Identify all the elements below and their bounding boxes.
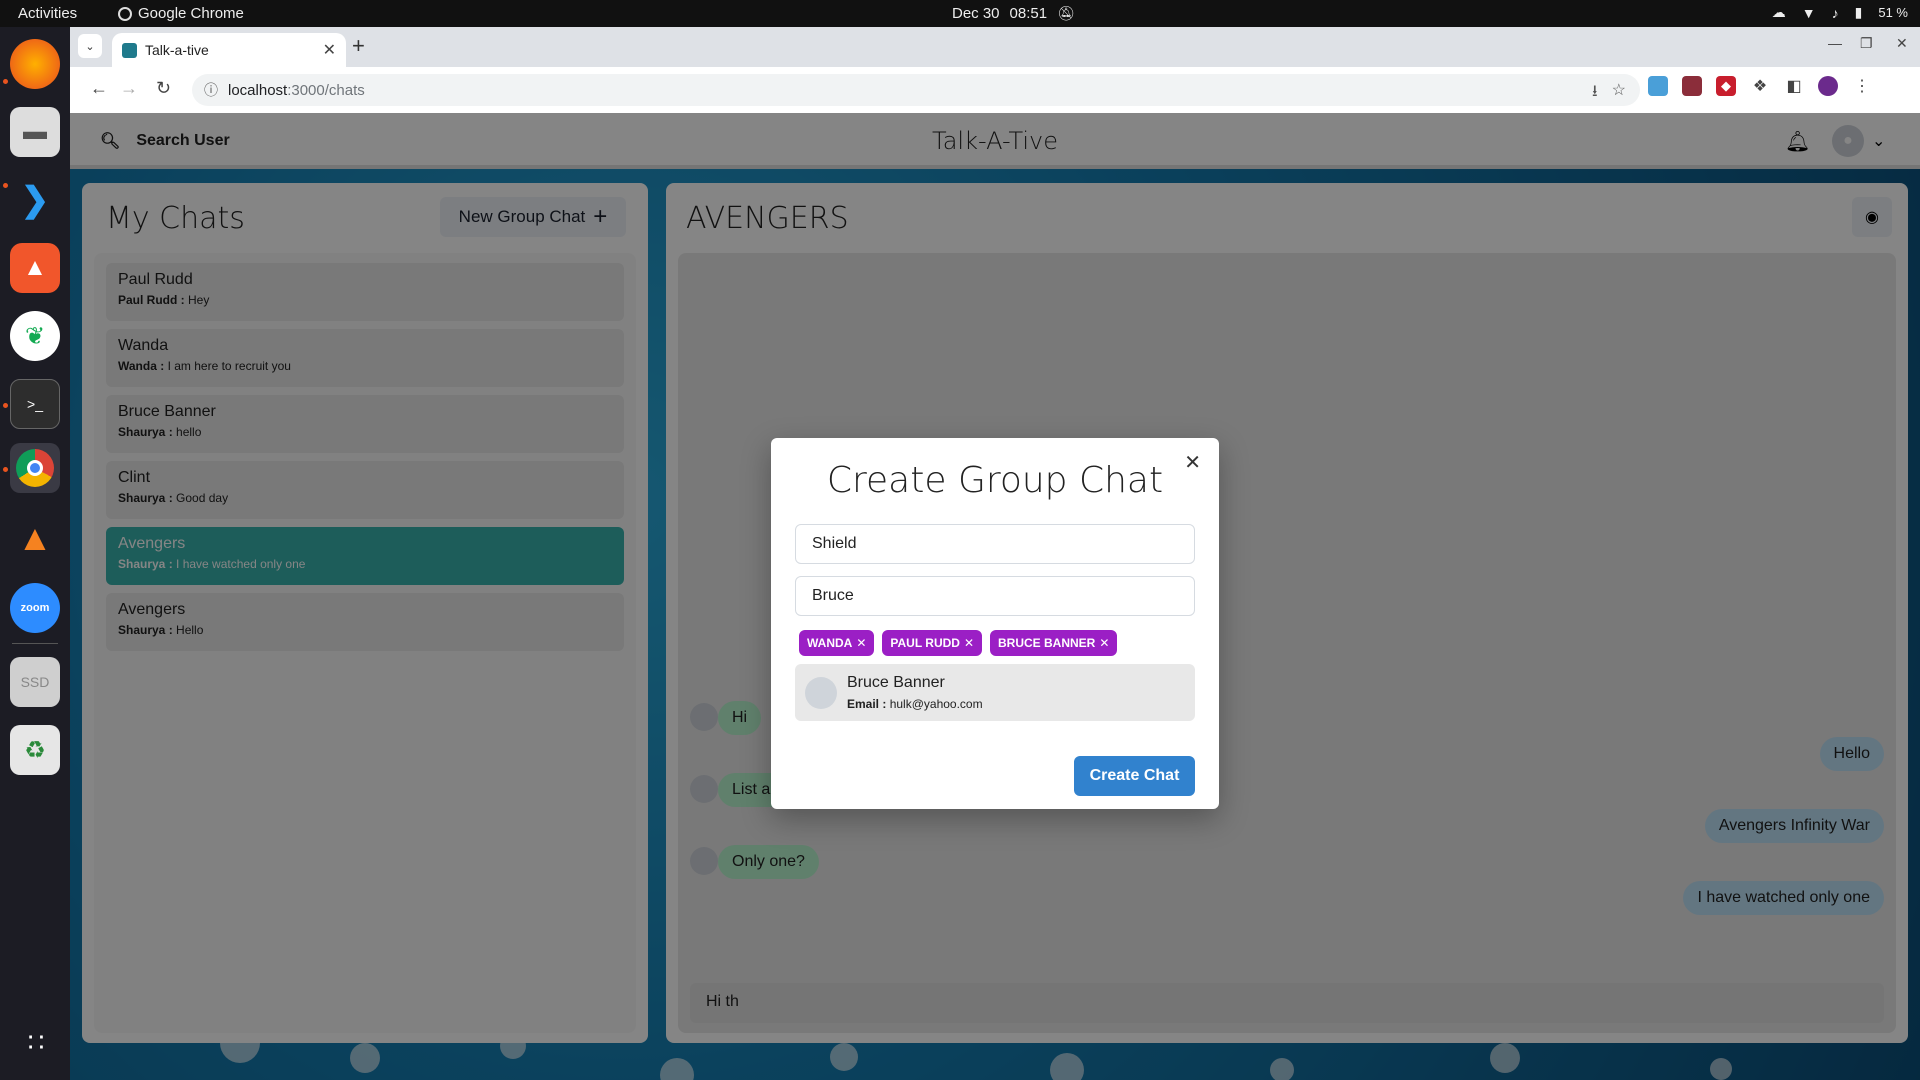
new-tab-button[interactable]: +: [352, 33, 365, 59]
bookmark-star-icon[interactable]: ☆: [1612, 80, 1626, 107]
create-group-chat-modal: Create Group Chat ✕ Shield Bruce WANDA ✕…: [771, 438, 1219, 809]
browser-window: ⌄ Talk-a-tive ✕ + — ❐ ✕ ← → ↻ ⓘ localhos…: [70, 27, 1920, 1080]
dock: ▬ ❯ ▲ ❦ >_ ▲ zoom SSD ♻ ∷: [0, 27, 70, 1080]
result-user-email: hulk@yahoo.com: [889, 697, 983, 711]
tab-search-button[interactable]: ⌄: [78, 34, 102, 58]
user-badge-label: WANDA: [807, 636, 853, 650]
files-icon[interactable]: ▬: [10, 107, 60, 157]
vscode-icon[interactable]: ❯: [10, 175, 60, 225]
favicon-icon: [122, 42, 137, 58]
system-tray[interactable]: ☁ ▼ ♪ ▮ 51 %: [1772, 4, 1908, 21]
install-app-icon[interactable]: ⭳: [1592, 80, 1598, 107]
volume-icon: ♪: [1831, 4, 1839, 21]
terminal-icon[interactable]: >_: [10, 379, 60, 429]
modal-close-icon[interactable]: ✕: [1184, 450, 1201, 475]
reload-icon[interactable]: ↻: [156, 78, 171, 99]
profile-icon[interactable]: [1818, 76, 1838, 96]
remove-user-icon[interactable]: ✕: [1099, 636, 1109, 650]
notifications-muted-icon: 🔕︎: [1057, 5, 1075, 21]
chrome-dock-icon[interactable]: [10, 443, 60, 493]
ublock-icon[interactable]: ◆: [1716, 76, 1736, 96]
running-indicator: [3, 403, 8, 408]
user-badge[interactable]: WANDA ✕: [799, 630, 875, 656]
remove-user-icon[interactable]: ✕: [856, 636, 866, 650]
remove-user-icon[interactable]: ✕: [964, 636, 974, 650]
clock[interactable]: Dec 30 08:51 🔕︎: [952, 5, 1075, 22]
extension-one-icon[interactable]: [1648, 76, 1668, 96]
running-indicator: [3, 79, 8, 84]
side-panel-icon[interactable]: ◧: [1784, 76, 1804, 96]
site-info-icon[interactable]: ⓘ: [204, 80, 218, 100]
user-badge[interactable]: BRUCE BANNER ✕: [990, 630, 1118, 656]
running-indicator: [3, 467, 8, 472]
battery-icon: ▮: [1854, 4, 1863, 20]
forward-icon[interactable]: →: [120, 78, 138, 99]
back-icon[interactable]: ←: [90, 78, 108, 99]
chat-name-input[interactable]: Shield: [795, 524, 1195, 564]
address-bar[interactable]: ⓘ localhost:3000/chats ⭳ ☆: [192, 74, 1640, 106]
result-user-email-row: Email : hulk@yahoo.com: [847, 697, 983, 711]
user-badge[interactable]: PAUL RUDD ✕: [882, 630, 983, 656]
activities-button[interactable]: Activities: [18, 5, 77, 22]
zoom-icon[interactable]: zoom: [10, 583, 60, 633]
maximize-icon[interactable]: ❐: [1860, 35, 1873, 52]
trash-icon[interactable]: ♻: [10, 725, 60, 775]
tab-strip: ⌄ Talk-a-tive ✕ + — ❐ ✕: [70, 27, 1920, 67]
chrome-icon: [118, 6, 132, 21]
user-badge-label: BRUCE BANNER: [998, 636, 1096, 650]
firefox-icon[interactable]: [10, 39, 60, 89]
user-search-result[interactable]: Bruce Banner Email : hulk@yahoo.com: [795, 664, 1195, 721]
wifi-icon: ▼: [1801, 4, 1816, 21]
create-chat-button[interactable]: Create Chat: [1074, 756, 1195, 796]
brave-icon[interactable]: ▲: [10, 243, 60, 293]
active-app-label: Google Chrome: [138, 5, 244, 22]
mongodb-compass-icon[interactable]: ❦: [10, 311, 60, 361]
window-close-icon[interactable]: ✕: [1896, 35, 1908, 52]
selected-users: WANDA ✕ PAUL RUDD ✕ BRUCE BANNER ✕: [799, 630, 1118, 656]
user-badge-label: PAUL RUDD: [890, 636, 960, 650]
clock-date: Dec 30: [952, 5, 1000, 22]
battery-level: 51 %: [1878, 5, 1908, 20]
vlc-icon[interactable]: ▲: [10, 513, 60, 563]
show-apps-icon[interactable]: ∷: [10, 1017, 60, 1067]
result-user-name: Bruce Banner: [847, 674, 945, 691]
url-path: :3000/chats: [287, 81, 365, 99]
tab-close-icon[interactable]: ✕: [323, 40, 336, 60]
add-users-input[interactable]: Bruce: [795, 576, 1195, 616]
modal-title: Create Group Chat: [826, 460, 1164, 501]
chrome-menu-icon[interactable]: ⋮: [1852, 76, 1872, 96]
url: localhost:3000/chats: [228, 82, 365, 99]
email-label: Email :: [847, 697, 887, 711]
tab-title: Talk-a-tive: [145, 42, 209, 58]
clock-time: 08:51: [1009, 5, 1048, 22]
page-viewport: 🔍︎ Search User Talk-A-Tive 🔔︎ ● ⌄ My Cha…: [70, 113, 1920, 1080]
url-host: localhost: [228, 81, 288, 99]
extensions-bar: ◆ ❖ ◧ ⋮: [1648, 76, 1872, 96]
extension-two-icon[interactable]: [1682, 76, 1702, 96]
extensions-puzzle-icon[interactable]: ❖: [1750, 76, 1770, 96]
active-app-menu[interactable]: Google Chrome: [118, 5, 244, 22]
tab-talk-a-tive[interactable]: Talk-a-tive ✕: [112, 33, 346, 67]
avatar: [805, 677, 837, 709]
system-top-bar: Activities Google Chrome Dec 30 08:51 🔕︎…: [0, 0, 1920, 27]
minimize-icon[interactable]: —: [1828, 35, 1842, 51]
cloud-icon: ☁: [1771, 4, 1786, 20]
dock-separator: [12, 643, 58, 644]
running-indicator: [3, 183, 8, 188]
ssd-drive-icon[interactable]: SSD: [10, 657, 60, 707]
browser-toolbar: ← → ↻ ⓘ localhost:3000/chats ⭳ ☆ ◆ ❖ ◧ ⋮: [70, 67, 1920, 113]
